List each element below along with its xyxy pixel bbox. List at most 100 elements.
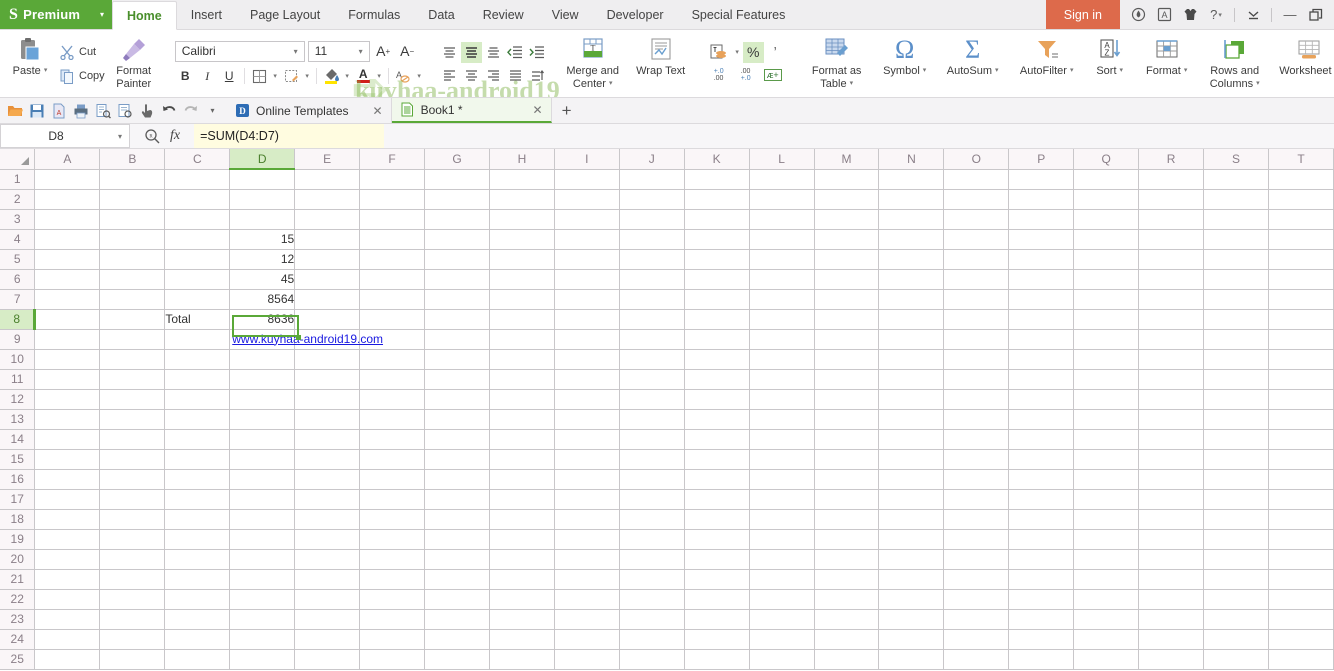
- redo-icon[interactable]: [180, 100, 201, 121]
- cell-Q16[interactable]: [1073, 469, 1140, 490]
- cell-G12[interactable]: [424, 389, 490, 410]
- cell-J18[interactable]: [619, 509, 685, 530]
- cell-C5[interactable]: [164, 249, 231, 270]
- cell-H13[interactable]: [489, 409, 555, 430]
- cell-O6[interactable]: [943, 269, 1010, 290]
- cell-N15[interactable]: [878, 449, 945, 470]
- cell-I21[interactable]: [554, 569, 620, 590]
- cell-L4[interactable]: [749, 229, 815, 250]
- cell-J14[interactable]: [619, 429, 685, 450]
- column-header-b[interactable]: B: [99, 149, 166, 170]
- cell-H23[interactable]: [489, 609, 555, 630]
- cell-M14[interactable]: [814, 429, 880, 450]
- cell-R11[interactable]: [1138, 369, 1205, 390]
- cell-H4[interactable]: [489, 229, 555, 250]
- cell-M7[interactable]: [814, 289, 880, 310]
- cell-Q10[interactable]: [1073, 349, 1140, 370]
- cell-O15[interactable]: [943, 449, 1010, 470]
- cell-I13[interactable]: [554, 409, 620, 430]
- cell-G22[interactable]: [424, 589, 490, 610]
- cell-J17[interactable]: [619, 489, 685, 510]
- cell-I2[interactable]: [554, 189, 620, 210]
- cell-O11[interactable]: [943, 369, 1010, 390]
- borders-icon[interactable]: [249, 66, 270, 87]
- cell-R9[interactable]: [1138, 329, 1205, 350]
- cell-K19[interactable]: [684, 529, 750, 550]
- cell-N20[interactable]: [878, 549, 945, 570]
- cell-R4[interactable]: [1138, 229, 1205, 250]
- orientation-icon[interactable]: [527, 65, 548, 86]
- cell-G9[interactable]: [424, 329, 490, 350]
- cell-A13[interactable]: [34, 409, 101, 430]
- cell-O14[interactable]: [943, 429, 1010, 450]
- cell-K9[interactable]: [684, 329, 750, 350]
- cell-O17[interactable]: [943, 489, 1010, 510]
- row-header-5[interactable]: 5: [0, 249, 36, 270]
- cell-K5[interactable]: [684, 249, 750, 270]
- cell-K14[interactable]: [684, 429, 750, 450]
- cell-T17[interactable]: [1268, 489, 1334, 510]
- cell-L11[interactable]: [749, 369, 815, 390]
- row-header-4[interactable]: 4: [0, 229, 36, 250]
- column-header-p[interactable]: P: [1008, 149, 1075, 170]
- cell-S21[interactable]: [1203, 569, 1269, 590]
- cell-M25[interactable]: [814, 649, 880, 670]
- cell-E17[interactable]: [294, 489, 361, 510]
- align-center-icon[interactable]: [461, 65, 482, 86]
- cell-F25[interactable]: [359, 649, 426, 670]
- cell-N16[interactable]: [878, 469, 945, 490]
- cell-A16[interactable]: [34, 469, 101, 490]
- cell-N23[interactable]: [878, 609, 945, 630]
- cell-N17[interactable]: [878, 489, 945, 510]
- cell-B24[interactable]: [99, 629, 166, 650]
- cell-M3[interactable]: [814, 209, 880, 230]
- align-bottom-icon[interactable]: [483, 42, 504, 63]
- cell-H17[interactable]: [489, 489, 555, 510]
- row-header-12[interactable]: 12: [0, 389, 36, 410]
- cell-P13[interactable]: [1008, 409, 1075, 430]
- column-header-a[interactable]: A: [34, 149, 101, 170]
- font-size-combo[interactable]: 11 ▾: [307, 40, 370, 62]
- cell-G3[interactable]: [424, 209, 490, 230]
- cell-J8[interactable]: [619, 309, 685, 330]
- cell-K6[interactable]: [684, 269, 750, 290]
- column-header-c[interactable]: C: [164, 149, 231, 170]
- cell-R20[interactable]: [1138, 549, 1205, 570]
- cell-M22[interactable]: [814, 589, 880, 610]
- accounting-format-icon[interactable]: [706, 42, 732, 63]
- cell-E13[interactable]: [294, 409, 361, 430]
- touch-mode-icon[interactable]: [136, 100, 157, 121]
- cell-A20[interactable]: [34, 549, 101, 570]
- cell-J20[interactable]: [619, 549, 685, 570]
- cell-R16[interactable]: [1138, 469, 1205, 490]
- cell-N11[interactable]: [878, 369, 945, 390]
- column-header-d[interactable]: D: [229, 149, 296, 170]
- format-painter-button[interactable]: Format Painter: [108, 30, 160, 97]
- align-left-icon[interactable]: [439, 65, 460, 86]
- underline-button[interactable]: U: [219, 66, 240, 87]
- doc-tab-close-icon[interactable]: ✕: [355, 104, 383, 118]
- cell-G16[interactable]: [424, 469, 490, 490]
- cell-P18[interactable]: [1008, 509, 1075, 530]
- cell-N4[interactable]: [878, 229, 945, 250]
- cell-K23[interactable]: [684, 609, 750, 630]
- cell-D8[interactable]: 8636: [229, 309, 296, 330]
- cell-C22[interactable]: [164, 589, 231, 610]
- cell-P3[interactable]: [1008, 209, 1075, 230]
- cell-B8[interactable]: [99, 309, 166, 330]
- cell-I3[interactable]: [554, 209, 620, 230]
- cell-P8[interactable]: [1008, 309, 1075, 330]
- cell-J2[interactable]: [619, 189, 685, 210]
- cell-O2[interactable]: [943, 189, 1010, 210]
- cell-J3[interactable]: [619, 209, 685, 230]
- cell-N12[interactable]: [878, 389, 945, 410]
- cell-C1[interactable]: [164, 169, 231, 190]
- row-header-24[interactable]: 24: [0, 629, 36, 650]
- cell-N18[interactable]: [878, 509, 945, 530]
- cell-T16[interactable]: [1268, 469, 1334, 490]
- export-pdf-icon[interactable]: A: [48, 100, 69, 121]
- cell-J10[interactable]: [619, 349, 685, 370]
- accounting-caret[interactable]: ▾: [733, 48, 742, 56]
- cell-M23[interactable]: [814, 609, 880, 630]
- cell-A24[interactable]: [34, 629, 101, 650]
